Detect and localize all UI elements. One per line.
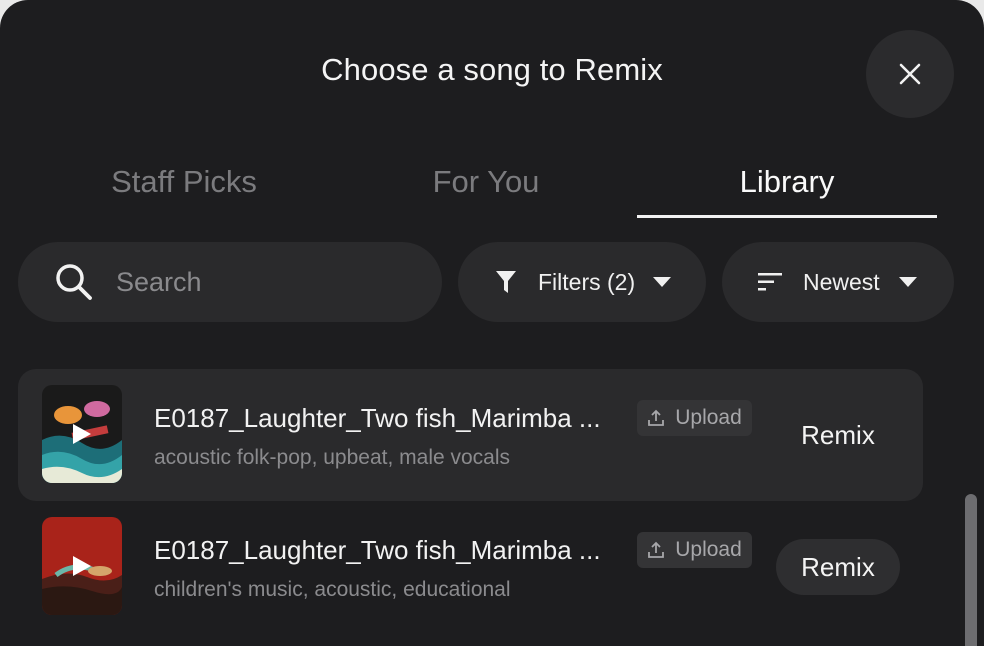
tab-for-you[interactable]: For You — [336, 160, 636, 218]
tab-bar: Staff Picks For You Library — [34, 160, 938, 218]
chevron-down-icon — [898, 277, 917, 287]
upload-icon — [648, 541, 665, 558]
tab-staff-picks[interactable]: Staff Picks — [34, 160, 334, 218]
search-box — [18, 242, 442, 322]
remix-dialog: Choose a song to Remix Staff Picks For Y… — [0, 0, 984, 646]
tab-library[interactable]: Library — [637, 160, 937, 218]
song-tags: children's music, acoustic, educational — [154, 578, 511, 601]
remix-button[interactable]: Remix — [776, 407, 900, 463]
filter-icon — [496, 271, 516, 293]
sort-icon — [758, 273, 782, 291]
filters-label: Filters (2) — [538, 268, 636, 295]
upload-label: Upload — [675, 406, 742, 429]
upload-label: Upload — [675, 538, 742, 561]
remix-button[interactable]: Remix — [776, 539, 900, 595]
play-icon — [73, 556, 91, 576]
search-icon — [56, 264, 92, 300]
play-icon — [73, 424, 91, 444]
song-row[interactable]: E0187_Laughter_Two fish_Marimba ... acou… — [18, 369, 923, 501]
song-tags: acoustic folk-pop, upbeat, male vocals — [154, 446, 511, 469]
upload-badge: Upload — [637, 532, 752, 568]
chevron-down-icon — [653, 277, 672, 287]
song-title: E0187_Laughter_Two fish_Marimba ... — [154, 535, 601, 565]
song-cover[interactable] — [42, 385, 122, 483]
close-icon — [899, 63, 921, 85]
close-button[interactable] — [866, 30, 954, 118]
song-title: E0187_Laughter_Two fish_Marimba ... — [154, 403, 601, 433]
upload-icon — [648, 409, 665, 426]
song-cover[interactable] — [42, 517, 122, 615]
song-row[interactable]: E0187_Laughter_Two fish_Marimba ... chil… — [18, 501, 923, 633]
sort-button[interactable]: Newest — [722, 242, 954, 322]
sort-label: Newest — [803, 268, 880, 295]
filters-button[interactable]: Filters (2) — [458, 242, 706, 322]
scrollbar[interactable] — [963, 494, 979, 646]
search-input[interactable] — [114, 265, 418, 299]
dialog-title: Choose a song to Remix — [321, 52, 663, 87]
scrollbar-thumb[interactable] — [965, 494, 977, 646]
upload-badge: Upload — [637, 400, 752, 436]
